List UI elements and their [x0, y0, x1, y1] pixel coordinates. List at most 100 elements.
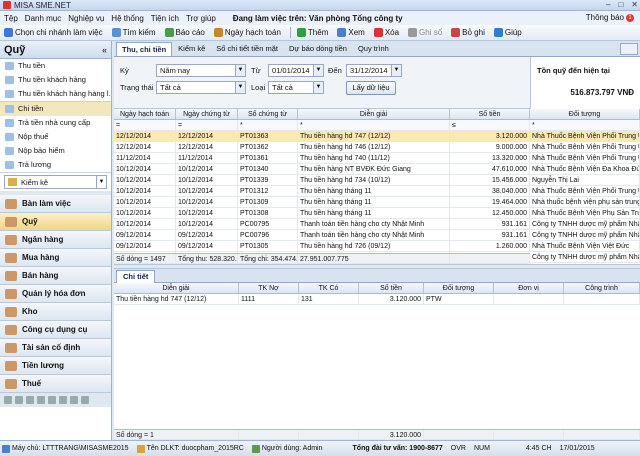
grid-cell: 10/12/2014	[114, 197, 176, 207]
collapse-icon[interactable]: «	[102, 41, 107, 59]
shortcut-icon[interactable]	[4, 396, 12, 404]
grid-cell: 10/12/2014	[176, 219, 238, 229]
toolbar-delete-button[interactable]: Xóa	[373, 28, 399, 37]
close-button[interactable]: ✕	[631, 0, 638, 9]
module-item[interactable]: Bán hàng	[0, 267, 111, 285]
toolbar-calendar-button[interactable]: Ngày hạch toán	[213, 28, 281, 37]
module-item[interactable]: Mua hàng	[0, 249, 111, 267]
grid-footer-row[interactable]: Số dòng = 1497 Tổng thu: 528.320... Tổng c…	[114, 253, 530, 264]
maximize-button[interactable]: □	[618, 0, 623, 9]
module-item[interactable]: Kho	[0, 303, 111, 321]
chevron-down-icon[interactable]: ▼	[235, 65, 245, 76]
table-row[interactable]: 10/12/2014 10/12/2014 PT01312 Thu tiền hàng…	[114, 186, 640, 197]
toolbar-search-button[interactable]: Tìm kiếm	[111, 28, 156, 37]
table-row[interactable]: 09/12/2014 09/12/2014 PC00796 Thanh toán ti…	[114, 230, 640, 241]
module-item[interactable]: Quỹ	[0, 213, 111, 231]
menu-operations[interactable]: Nghiệp vụ	[68, 14, 104, 23]
from-label: Từ	[251, 66, 261, 75]
table-row[interactable]: 11/12/2014 11/12/2014 PT01361 Thu tiền hàng…	[114, 153, 640, 164]
shortcut-icon[interactable]	[26, 396, 34, 404]
balance-value: 516.873.797	[570, 88, 615, 97]
sidebar-item[interactable]: Thu tiền	[0, 59, 111, 73]
shortcut-icon[interactable]	[48, 396, 56, 404]
toolbar-report-button[interactable]: Báo cáo	[164, 28, 205, 37]
toolbar-add-button[interactable]: Thêm	[296, 28, 328, 37]
chevron-down-icon[interactable]: ▼	[313, 65, 323, 76]
detail-footer-row[interactable]: Số dòng = 1 3.120.000	[114, 429, 640, 440]
toolbar-branch-button[interactable]: Chọn chi nhánh làm việc	[4, 28, 103, 37]
shortcut-icon[interactable]	[59, 396, 67, 404]
shortcut-icon[interactable]	[70, 396, 78, 404]
chevron-down-icon[interactable]: ▼	[96, 176, 106, 188]
grid-cell: Ngày chứng từ	[176, 109, 238, 119]
sidebar-item[interactable]: Nộp thuế	[0, 130, 111, 144]
grid-cell	[239, 430, 299, 439]
grid-header-row[interactable]: Ngày hạch toán Ngày chứng từ Số chứng từ Di…	[114, 109, 640, 120]
grid-cell: =	[114, 120, 176, 130]
toolbar-button-label: Xem	[348, 28, 365, 37]
toolbar-view-button[interactable]: Xem	[337, 28, 365, 37]
menu-utilities[interactable]: Tiện ích	[151, 14, 179, 23]
tab-detail[interactable]: Chi tiết	[116, 270, 156, 283]
table-row[interactable]: 10/12/2014 10/12/2014 PT01308 Thu tiền hàng…	[114, 208, 640, 219]
module-item[interactable]: Thuế	[0, 375, 111, 393]
from-date-field[interactable]: 01/01/2014 ▼	[268, 64, 324, 77]
window-title: MISA SME.NET	[14, 0, 71, 10]
table-row[interactable]: 12/12/2014 12/12/2014 PT01363 Thu tiền hàng…	[114, 131, 640, 142]
menu-file[interactable]: Tệp	[4, 14, 18, 23]
sidebar-item[interactable]: Trả lương	[0, 158, 111, 172]
settings-gear-icon[interactable]	[620, 43, 638, 55]
sidebar-item[interactable]: Thu tiền khách hàng hàng l...	[0, 87, 111, 101]
grid-cell: PT01312	[238, 186, 298, 196]
status-select[interactable]: Tất cả ▼	[156, 81, 246, 94]
sidebar-item[interactable]: Chi tiền	[0, 102, 111, 116]
tab-item[interactable]: Kiểm kê	[173, 42, 210, 56]
fetch-data-button[interactable]: Lấy dữ liệu	[346, 81, 396, 95]
table-row[interactable]: 10/12/2014 10/12/2014 PT01339 Thu tiền hàng…	[114, 175, 640, 186]
tab-item[interactable]: Quy trình	[353, 42, 394, 56]
detail-row[interactable]: Thu tiền hàng hd 747 (12/12) 1111 131 3.120…	[114, 294, 640, 305]
filter-panel: Kỳ Năm nay ▼ Từ 01/01/2014 ▼ Đến 31/12/201…	[114, 57, 640, 109]
module-item[interactable]: Tài sản cố định	[0, 339, 111, 357]
sidebar-item[interactable]: Trả tiền nhà cung cấp	[0, 116, 111, 130]
table-row[interactable]: 10/12/2014 10/12/2014 PT01309 Thu tiền hàng…	[114, 197, 640, 208]
module-item[interactable]: Quản lý hóa đơn	[0, 285, 111, 303]
toolbar-help-button[interactable]: Giúp	[493, 28, 522, 37]
module-item[interactable]: Tiền lương	[0, 357, 111, 375]
menu-help[interactable]: Trợ giúp	[186, 14, 216, 23]
to-date-field[interactable]: 31/12/2014 ▼	[346, 64, 402, 77]
tab-item[interactable]: Số chi tiết tiền mặt	[211, 42, 283, 56]
menu-system[interactable]: Hệ thống	[111, 14, 143, 23]
notification-button[interactable]: Thông báo 1	[586, 13, 634, 22]
shortcut-icon[interactable]	[15, 396, 23, 404]
period-select[interactable]: Năm nay ▼	[156, 64, 246, 77]
sidebar-combo[interactable]: Kiểm kê ▼	[4, 175, 107, 189]
grid-cell: TK Có	[299, 283, 359, 293]
sidebar-item[interactable]: Nộp bảo hiểm	[0, 144, 111, 158]
module-item[interactable]: Công cụ dụng cụ	[0, 321, 111, 339]
menu-catalog[interactable]: Danh mục	[25, 14, 61, 23]
chevron-down-icon[interactable]: ▼	[235, 82, 245, 93]
shortcut-icon[interactable]	[37, 396, 45, 404]
menu-bar: Tệp Danh mục Nghiệp vụ Hệ thống Tiện ích…	[0, 11, 640, 25]
table-row[interactable]: 10/12/2014 10/12/2014 PC00795 Thanh toán ti…	[114, 219, 640, 230]
type-select[interactable]: Tất cả ▼	[268, 81, 324, 94]
chevron-down-icon[interactable]: ▼	[391, 65, 401, 76]
module-item[interactable]: Ngân hàng	[0, 231, 111, 249]
grid-cell: Số chứng từ	[238, 109, 298, 119]
module-item[interactable]: Bàn làm việc	[0, 195, 111, 213]
minimize-button[interactable]: –	[606, 0, 610, 9]
grid-cell: 12/12/2014	[114, 131, 176, 141]
sidebar-item[interactable]: Thu tiền khách hàng	[0, 73, 111, 87]
tab-item[interactable]: Dự báo dòng tiền	[284, 42, 352, 56]
table-row[interactable]: 09/12/2014 09/12/2014 PT01305 Thu tiền hàng…	[114, 241, 640, 252]
detail-header-row[interactable]: Diễn giải TK Nợ TK Có Số tiền Đối tượng Đơn v…	[114, 283, 640, 294]
grid-filter-row[interactable]: = = * * ≤ *	[114, 120, 640, 131]
chevron-down-icon[interactable]: ▼	[313, 82, 323, 93]
toolbar-unpost-button[interactable]: Bỏ ghi	[451, 28, 485, 37]
table-row[interactable]: 12/12/2014 12/12/2014 PT01362 Thu tiền hàng…	[114, 142, 640, 153]
table-row[interactable]: 10/12/2014 10/12/2014 PT01340 Thu tiền hàng…	[114, 164, 640, 175]
grid-cell: 131	[299, 294, 359, 304]
tab-item[interactable]: Thu, chi tiền	[116, 42, 173, 56]
shortcut-icon[interactable]	[81, 396, 89, 404]
